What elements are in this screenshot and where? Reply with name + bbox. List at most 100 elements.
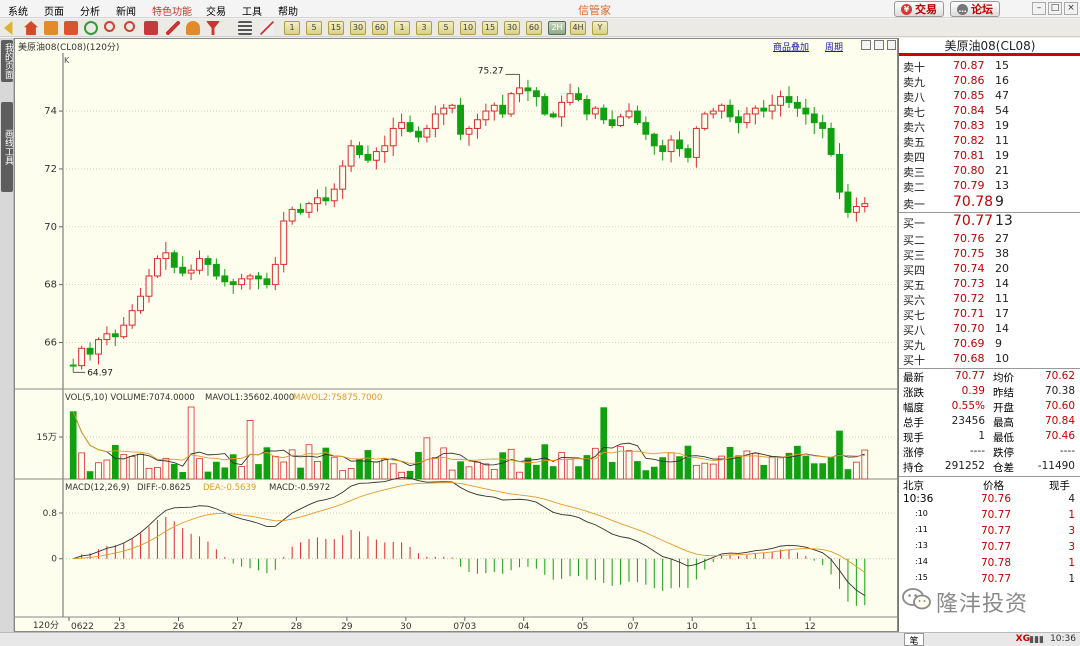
macd-dea-label: DEA:-0.5639 [203,483,256,493]
volume-bar [768,456,776,480]
period-button-30min[interactable]: 30 [350,21,366,35]
candle-body [836,153,843,193]
ask-volume: 54 [995,104,1009,117]
ask-row[interactable]: 卖二 70.79 13 [899,179,1080,194]
menu-page[interactable]: 页面 [44,3,64,18]
period-button-15m[interactable]: 15 [482,21,498,35]
period-button-3m[interactable]: 3 [416,21,432,35]
menu-tools[interactable]: 工具 [242,3,262,18]
bid-label: 买九 [903,339,925,352]
forum-button[interactable]: … 论坛 [950,1,1000,17]
ask-row[interactable]: 卖十 70.87 15 [899,59,1080,74]
period-button-2h[interactable]: 2H [548,21,566,35]
tick-volume: 1 [1068,557,1075,569]
period-link[interactable]: 周期 [825,40,843,53]
volume-bar [524,457,532,480]
date-tick-label: 30 [400,622,412,631]
zoom-in-icon[interactable] [104,21,115,32]
period-button-1min[interactable]: 1 [284,21,300,35]
ask-label: 卖二 [903,181,925,194]
expand-icon[interactable] [861,40,871,50]
close-icon[interactable]: × [1064,2,1078,15]
minimize-icon[interactable]: – [1032,2,1046,15]
tick-volume: 1 [1068,573,1075,585]
window-icon[interactable] [144,21,158,35]
menu-system[interactable]: 系统 [8,3,28,18]
bid-row[interactable]: 买七 70.71 17 [899,307,1080,322]
restore-icon[interactable] [887,40,896,50]
volume-bar [128,456,136,480]
volume-bar [305,444,313,480]
trade-button[interactable]: ¥ 交易 [894,1,944,17]
bid-row[interactable]: 买八 70.70 14 [899,322,1080,337]
ask-volume: 15 [995,59,1009,72]
refresh-icon[interactable] [84,21,98,35]
quote-list-icon[interactable] [44,21,58,35]
menu-help[interactable]: 帮助 [278,3,298,18]
zoom-out-icon[interactable] [124,21,135,32]
bid-row[interactable]: 买二 70.76 27 [899,232,1080,247]
volume-bar [499,452,507,480]
ask-row[interactable]: 卖六 70.83 19 [899,119,1080,134]
maximize-icon[interactable]: □ [1048,2,1062,15]
volume-bar [187,406,195,480]
news-icon[interactable] [64,21,78,35]
chart-panel[interactable]: 74 72 70 68 66 K 75.27 64.97 VOL(5,10) VOLUME:70… [14,38,898,632]
bell-icon[interactable] [186,21,200,35]
ask-row[interactable]: 卖九 70.86 16 [899,74,1080,89]
list-view-icon[interactable] [238,21,252,35]
candle-body [204,258,212,265]
period-button-5m[interactable]: 5 [438,21,454,35]
home-icon[interactable] [24,21,38,35]
ask-price: 70.84 [953,104,985,117]
bid-row[interactable]: 买九 70.69 9 [899,337,1080,352]
bid-row[interactable]: 买三 70.75 38 [899,247,1080,262]
ask-row[interactable]: 卖四 70.81 19 [899,149,1080,164]
ask-price: 70.80 [953,164,985,177]
stat-label: 均价 [993,372,1014,384]
candle-body [482,110,490,121]
bid-row[interactable]: 买四 70.74 20 [899,262,1080,277]
ask-row[interactable]: 卖八 70.85 47 [899,89,1080,104]
period-button-30m[interactable]: 30 [504,21,520,35]
ask-row[interactable]: 卖七 70.84 54 [899,104,1080,119]
date-tick-label: 0622 [71,622,94,631]
bid-row[interactable]: 买一 70.77 13 [899,213,1080,230]
period-button-60min[interactable]: 60 [372,21,388,35]
menu-trade[interactable]: 交易 [206,3,226,18]
filter-icon[interactable] [206,21,220,35]
tab-my-page[interactable]: 我的页面 [1,40,13,82]
shrink-icon[interactable] [874,40,884,50]
ask-row[interactable]: 卖三 70.80 21 [899,164,1080,179]
tick-time: :13 [915,541,928,550]
chart-view-icon[interactable] [260,21,274,35]
period-button-15min[interactable]: 15 [328,21,344,35]
ask-row[interactable]: 卖一 70.78 9 [899,194,1080,211]
period-button-60m[interactable]: 60 [526,21,542,35]
period-button-5min[interactable]: 5 [306,21,322,35]
bid-row[interactable]: 买五 70.73 14 [899,277,1080,292]
candle-body [844,191,852,213]
draw-line-icon[interactable] [166,21,180,35]
volume-bar [280,461,288,480]
menu-analysis[interactable]: 分析 [80,3,100,18]
period-button-10m[interactable]: 10 [460,21,476,35]
high-label: 75.27 [478,66,504,76]
tab-drawing-tools[interactable]: 画线工具 [1,102,13,192]
period-button-1m[interactable]: 1 [394,21,410,35]
tab-trades[interactable]: 笔 [904,633,924,646]
stat-value: 291252 [944,460,985,472]
overlay-link[interactable]: 商品叠加 [773,40,809,53]
ask-row[interactable]: 卖五 70.82 11 [899,134,1080,149]
menu-features[interactable]: 特色功能 [152,3,192,18]
candle-body [86,347,94,355]
candle-body [398,122,406,129]
bid-row[interactable]: 买十 70.68 10 [899,352,1080,367]
period-button-4h[interactable]: 4H [570,21,586,35]
menu-news[interactable]: 新闻 [116,3,136,18]
candlestick-chart[interactable]: 74 72 70 68 66 K 75.27 64.97 VOL(5,10) VOLUME:70… [15,39,897,631]
bid-row[interactable]: 买六 70.72 11 [899,292,1080,307]
period-button-year[interactable]: Y [592,21,608,35]
back-arrow-icon[interactable] [4,21,13,35]
candle-body [221,275,229,283]
